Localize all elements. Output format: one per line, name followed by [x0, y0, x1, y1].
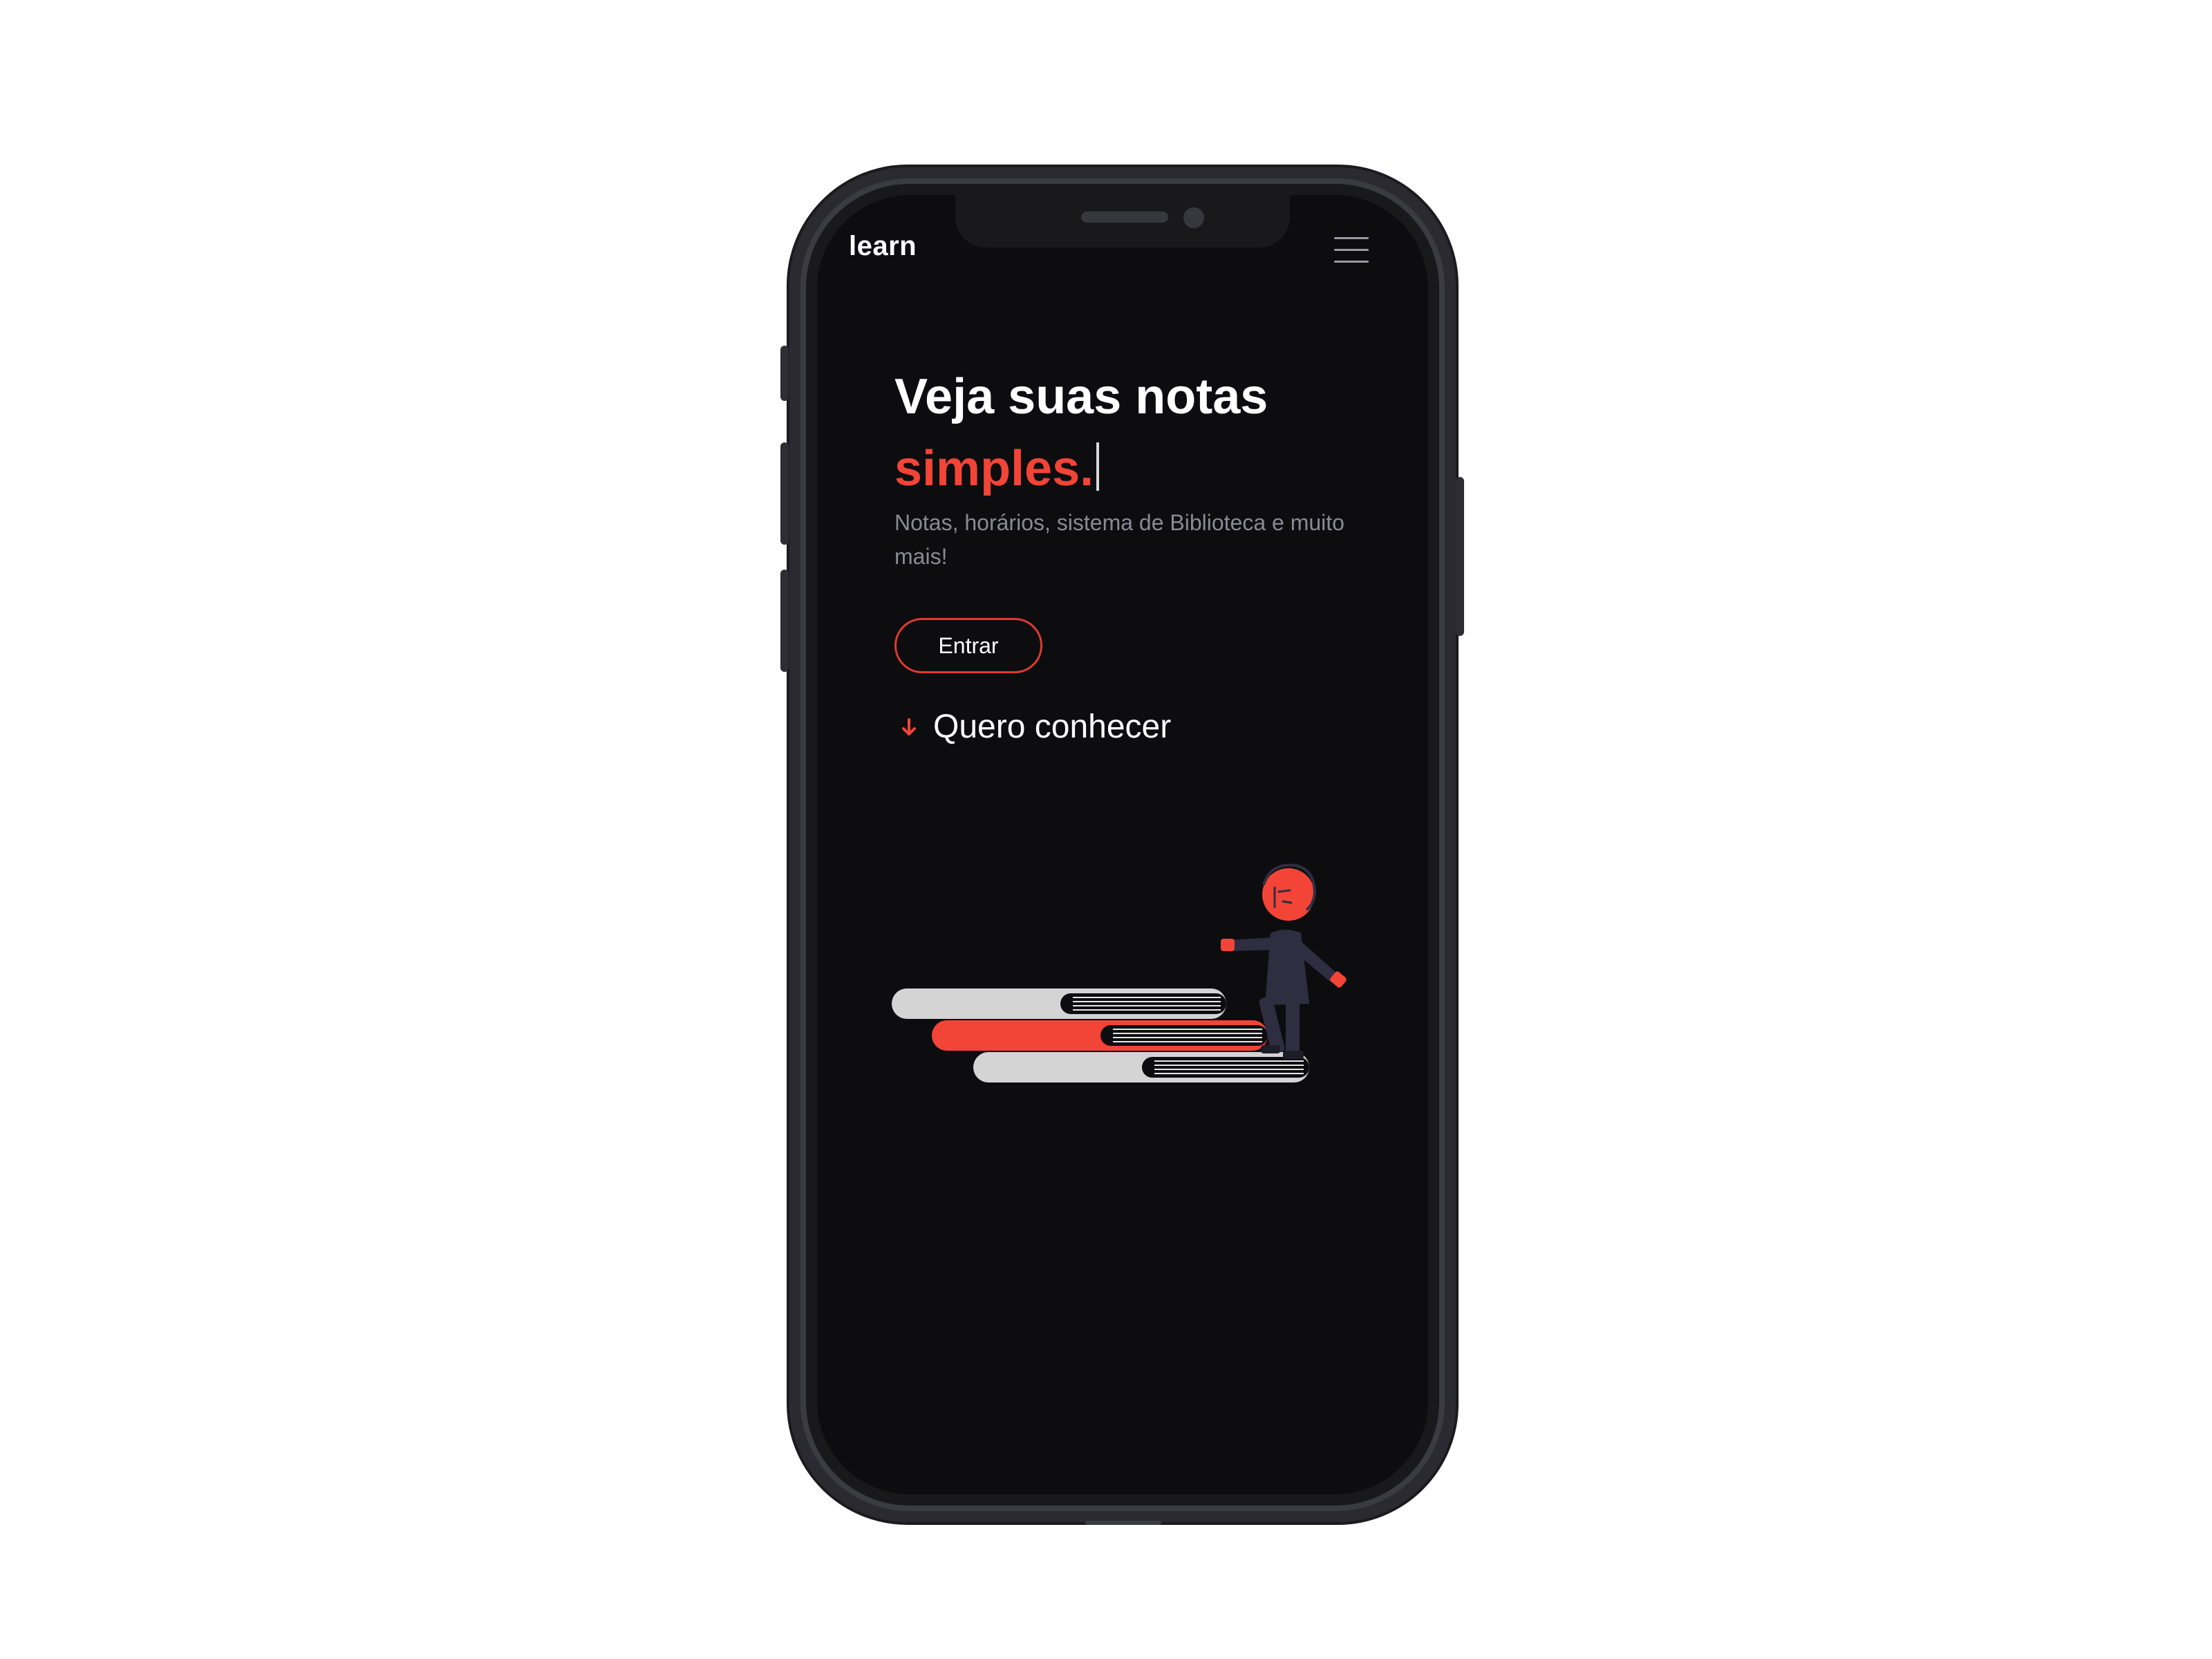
arrow-down-icon — [902, 718, 916, 735]
enter-button[interactable]: Entrar — [894, 618, 1042, 673]
phone-screen: learn Veja suas notas simples. Notas, ho… — [817, 195, 1428, 1494]
silent-switch — [780, 346, 789, 401]
stage: learn Veja suas notas simples. Notas, ho… — [0, 0, 2212, 1659]
menu-line — [1334, 261, 1369, 263]
discover-label: Quero conhecer — [933, 709, 1172, 745]
hero-title: Veja suas notas — [894, 369, 1268, 424]
book-middle — [932, 1020, 1268, 1051]
power-button — [1456, 477, 1464, 636]
menu-line — [1334, 237, 1369, 239]
volume-up-button — [780, 442, 789, 545]
hero-accent-text: simples. — [894, 441, 1094, 496]
book-stack — [892, 988, 1309, 1082]
hero-accent-line: simples. — [894, 433, 1100, 505]
person-climbing-books-illustration — [892, 863, 1347, 1082]
volume-down-button — [780, 570, 789, 672]
phone-notch — [955, 195, 1290, 247]
phone-bottom-port — [1085, 1521, 1161, 1525]
hamburger-menu-icon[interactable] — [1329, 231, 1373, 270]
book-bottom — [973, 1052, 1309, 1082]
menu-line — [1334, 249, 1369, 251]
typing-cursor — [1096, 442, 1100, 491]
front-camera — [1183, 207, 1204, 228]
speaker-grille — [1081, 212, 1168, 223]
book-top — [892, 988, 1226, 1019]
app-logo[interactable]: learn — [849, 231, 917, 262]
discover-link[interactable]: Quero conhecer — [899, 694, 1171, 760]
hero-subtitle: Notas, horários, sistema de Biblioteca e… — [894, 510, 1344, 569]
